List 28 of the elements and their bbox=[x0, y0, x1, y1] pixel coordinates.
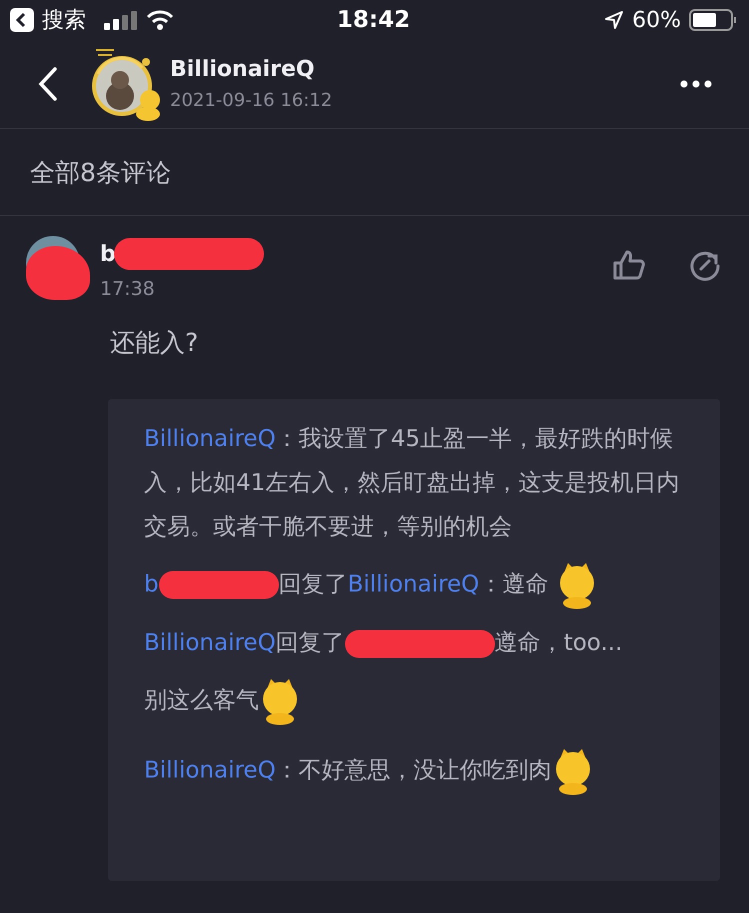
reply-username[interactable]: b bbox=[144, 571, 159, 598]
post-date: 2021-09-16 16:12 bbox=[170, 90, 334, 111]
comments-heading: 全部8条评论 bbox=[30, 156, 171, 188]
comment-text: 还能入? bbox=[110, 327, 200, 359]
clock-time: 18:42 bbox=[336, 7, 410, 33]
commenter-name[interactable]: b bbox=[100, 242, 116, 266]
reply-username[interactable]: BillionaireQ bbox=[144, 426, 276, 452]
back-icon[interactable] bbox=[38, 67, 58, 101]
wifi-icon bbox=[146, 9, 174, 31]
reply-line: 别这么客气 bbox=[144, 677, 684, 725]
battery-percent: 60% bbox=[632, 8, 681, 32]
refresh-icon[interactable] bbox=[689, 250, 721, 282]
author-name[interactable]: BillionaireQ bbox=[170, 57, 679, 82]
reply-username[interactable]: BillionaireQ bbox=[348, 571, 480, 598]
reply-line: BillionaireQ回复了 遵命，too... bbox=[144, 628, 624, 660]
more-icon[interactable] bbox=[679, 79, 713, 89]
comment-time: 17:38 bbox=[100, 278, 156, 300]
reply-line: b 回复了 BillionaireQ：遵命 bbox=[144, 561, 684, 609]
reply-line: BillionaireQ：不好意思，没让你吃到肉 bbox=[144, 747, 684, 795]
like-icon[interactable] bbox=[613, 250, 645, 280]
reply-line: BillionaireQ：我设置了45止盈一半，最好跌的时候入，比如41左右入，然后盯盘出掉，这支是投机日内交易。或者干脆不要进，等别的机会 bbox=[144, 425, 680, 542]
signal-icon bbox=[104, 10, 138, 30]
back-app-label[interactable]: 搜索 bbox=[42, 5, 86, 35]
battery-icon bbox=[689, 8, 737, 32]
location-icon bbox=[604, 10, 624, 30]
reply-username[interactable]: BillionaireQ bbox=[144, 757, 276, 784]
back-app-icon[interactable] bbox=[10, 8, 34, 32]
reply-username[interactable]: BillionaireQ bbox=[144, 630, 276, 656]
